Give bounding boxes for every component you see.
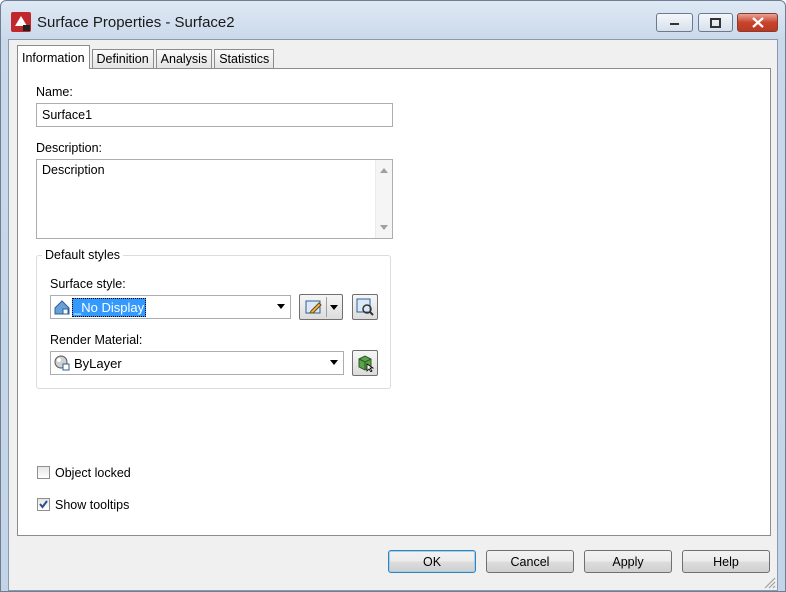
- apply-button[interactable]: Apply: [584, 550, 672, 573]
- minimize-icon: [669, 22, 679, 25]
- checkmark-icon: [39, 500, 48, 509]
- tab-analysis[interactable]: Analysis: [155, 49, 213, 68]
- dropdown-arrow-icon: [330, 360, 338, 365]
- window-title: Surface Properties - Surface2: [37, 14, 235, 31]
- resize-grip-icon[interactable]: [762, 575, 776, 589]
- tab-information[interactable]: Information: [17, 45, 90, 69]
- render-material-dropdown[interactable]: ByLayer: [50, 351, 344, 375]
- name-input[interactable]: Surface1: [36, 103, 393, 127]
- ok-button[interactable]: OK: [388, 550, 476, 573]
- pick-style-button[interactable]: [352, 294, 378, 320]
- information-panel: Name: Surface1 Description: Description …: [17, 68, 771, 536]
- edit-style-icon: [305, 300, 322, 314]
- scroll-down-icon: [380, 225, 388, 230]
- dropdown-arrow-icon: [277, 304, 285, 309]
- material-cube-icon: [358, 355, 374, 372]
- surface-style-label: Surface style:: [50, 277, 126, 291]
- tab-strip: Information Definition Analysis Statisti…: [17, 45, 276, 69]
- tab-label: Statistics: [219, 52, 270, 66]
- name-label: Name:: [36, 85, 73, 99]
- close-icon: [751, 17, 764, 28]
- tab-label: Information: [22, 50, 85, 65]
- render-material-label: Render Material:: [50, 333, 143, 347]
- dialog-client-area: Information Definition Analysis Statisti…: [8, 39, 778, 591]
- surface-style-dropdown[interactable]: _No Display: [50, 295, 291, 319]
- tab-statistics[interactable]: Statistics: [214, 49, 275, 68]
- maximize-icon: [709, 17, 721, 28]
- scroll-up-icon: [380, 168, 388, 173]
- cancel-button[interactable]: Cancel: [486, 550, 574, 573]
- show-tooltips-checkbox[interactable]: [37, 498, 50, 511]
- tab-label: Analysis: [160, 52, 208, 66]
- surface-properties-window: Surface Properties - Surface2 Informatio…: [0, 0, 786, 592]
- surface-style-icon: [54, 300, 70, 315]
- description-text: Description: [42, 163, 105, 177]
- preview-style-icon: [356, 298, 374, 316]
- render-material-value: ByLayer: [74, 355, 122, 371]
- maximize-button[interactable]: [698, 13, 733, 32]
- description-textarea[interactable]: Description: [36, 159, 393, 239]
- object-locked-checkbox[interactable]: [37, 466, 50, 479]
- tab-definition[interactable]: Definition: [91, 49, 154, 68]
- description-scrollbar[interactable]: [375, 160, 392, 238]
- show-tooltips-label: Show tooltips: [55, 498, 130, 512]
- tab-label: Definition: [96, 52, 149, 66]
- render-material-icon: [54, 355, 70, 371]
- description-label: Description:: [36, 141, 102, 155]
- select-material-button[interactable]: [352, 350, 378, 376]
- title-bar[interactable]: Surface Properties - Surface2: [1, 1, 785, 41]
- close-button[interactable]: [737, 13, 778, 32]
- surface-style-value: _No Display: [72, 297, 147, 317]
- object-locked-label: Object locked: [55, 466, 131, 480]
- civil3d-app-icon: [11, 12, 31, 32]
- help-button[interactable]: Help: [682, 550, 770, 573]
- default-styles-title: Default styles: [42, 248, 124, 262]
- chevron-down-icon: [330, 305, 338, 310]
- minimize-button[interactable]: [656, 13, 693, 32]
- edit-surface-style-button[interactable]: [299, 294, 343, 320]
